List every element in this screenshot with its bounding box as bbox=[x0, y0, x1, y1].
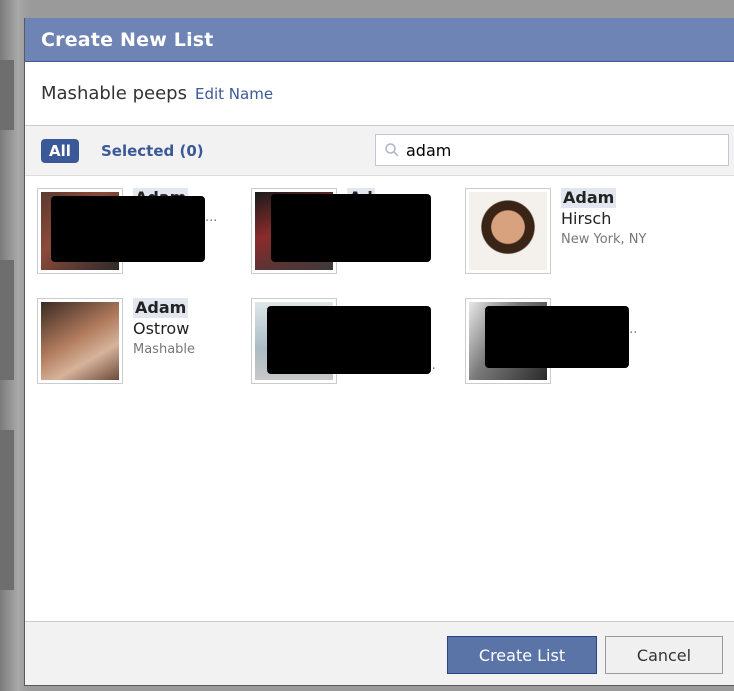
friend-info: Adam Ostrow Mashable bbox=[133, 298, 243, 360]
friend-photo bbox=[37, 298, 123, 384]
list-name: Mashable peeps bbox=[41, 83, 187, 104]
dialog-title: Create New List bbox=[41, 28, 214, 51]
tab-all[interactable]: All bbox=[41, 139, 79, 163]
friend-network: Mashable bbox=[133, 342, 196, 357]
backdrop-strip bbox=[0, 260, 14, 380]
friend-network: ... bbox=[625, 322, 638, 337]
friend-network: New York, NY bbox=[561, 232, 647, 247]
search-box[interactable] bbox=[375, 134, 729, 166]
backdrop-strip bbox=[0, 430, 14, 590]
friend-network: ... bbox=[205, 210, 218, 225]
friend-card[interactable]: Adam ... bbox=[37, 188, 247, 288]
redaction-box bbox=[485, 306, 629, 368]
friend-info: Adam Hirsch New York, NY bbox=[561, 188, 671, 250]
redaction-box bbox=[271, 194, 431, 262]
redaction-box bbox=[51, 196, 205, 262]
results-grid: Adam ... Ad Arizona St... Adam H bbox=[25, 176, 734, 629]
dialog-footer: Create List Cancel bbox=[25, 621, 734, 685]
photo-image bbox=[41, 302, 119, 380]
photo-image bbox=[469, 192, 547, 270]
edit-name-link[interactable]: Edit Name bbox=[195, 85, 273, 103]
search-input[interactable] bbox=[404, 139, 708, 161]
backdrop-strip bbox=[0, 60, 14, 130]
friend-card[interactable]: Ad Arizona St... bbox=[251, 188, 461, 288]
create-list-dialog: Create New List Mashable peeps Edit Name… bbox=[24, 18, 734, 686]
cancel-button[interactable]: Cancel bbox=[605, 636, 723, 674]
friend-card[interactable]: Washington... bbox=[251, 298, 461, 398]
friend-last-name: Hirsch bbox=[561, 209, 612, 228]
friend-last-name: Ostrow bbox=[133, 319, 190, 338]
friend-first-name: Adam bbox=[133, 298, 189, 318]
search-icon bbox=[385, 143, 399, 157]
friend-card[interactable]: Adam Ostrow Mashable bbox=[37, 298, 247, 398]
friend-first-name: Adam bbox=[561, 188, 617, 208]
friend-photo bbox=[465, 188, 551, 274]
friend-card[interactable]: Adam Hirsch New York, NY bbox=[465, 188, 675, 288]
create-list-button[interactable]: Create List bbox=[447, 636, 597, 674]
filter-bar: All Selected (0) bbox=[25, 126, 734, 176]
tab-selected[interactable]: Selected (0) bbox=[101, 139, 204, 163]
list-name-bar: Mashable peeps Edit Name bbox=[25, 62, 734, 126]
redaction-box bbox=[267, 306, 431, 374]
friend-card[interactable]: ... bbox=[465, 298, 675, 398]
dialog-titlebar: Create New List bbox=[25, 18, 734, 62]
